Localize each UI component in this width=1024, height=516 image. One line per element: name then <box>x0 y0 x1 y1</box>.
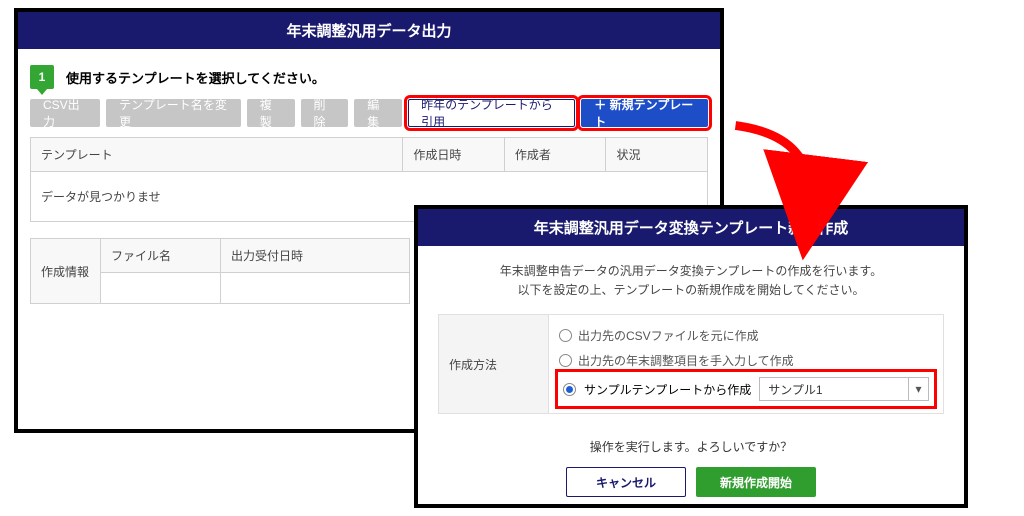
radio-icon <box>559 329 572 342</box>
col-author: 作成者 <box>504 138 606 172</box>
info-header-side: 作成情報 <box>31 239 101 304</box>
panel-b-title: 年末調整汎用データ変換テンプレート新規作成 <box>418 209 964 246</box>
option-csv[interactable]: 出力先のCSVファイルを元に作成 <box>559 323 933 348</box>
option-sample-label: サンプルテンプレートから作成 <box>584 381 751 398</box>
radio-icon <box>559 354 572 367</box>
info-file-label: ファイル名 <box>101 239 221 273</box>
info-file-value <box>101 273 221 304</box>
sample-select[interactable]: サンプル1 ▾ <box>759 377 929 401</box>
dialog-description: 年末調整申告データの汎用データ変換テンプレートの作成を行います。 以下を設定の上… <box>418 246 964 314</box>
delete-button[interactable]: 削除 <box>301 99 349 127</box>
confirm-text: 操作を実行します。よろしいですか？ <box>418 414 964 467</box>
table-header-row: テンプレート 作成日時 作成者 状況 <box>31 138 708 172</box>
option-manual-label: 出力先の年末調整項目を手入力して作成 <box>578 352 794 369</box>
radio-icon[interactable] <box>563 383 576 396</box>
sample-select-value: サンプル1 <box>768 381 822 398</box>
step-badge: 1 <box>30 65 54 89</box>
start-create-button[interactable]: 新規作成開始 <box>696 467 816 497</box>
panel-new-template-dialog: 年末調整汎用データ変換テンプレート新規作成 年末調整申告データの汎用データ変換テ… <box>414 205 968 508</box>
creation-method-options: 出力先のCSVファイルを元に作成 出力先の年末調整項目を手入力して作成 サンプル… <box>549 315 943 413</box>
panel-a-title: 年末調整汎用データ出力 <box>18 12 720 49</box>
csv-export-button[interactable]: CSV出力 <box>30 99 100 127</box>
col-template: テンプレート <box>31 138 403 172</box>
option-sample-row: サンプルテンプレートから作成 サンプル1 ▾ <box>559 373 933 405</box>
desc-line-2: 以下を設定の上、テンプレートの新規作成を開始してください。 <box>428 281 954 300</box>
creation-method-label: 作成方法 <box>439 315 549 413</box>
step-row: 1 使用するテンプレートを選択してください。 <box>18 49 720 99</box>
info-received-label: 出力受付日時 <box>221 239 410 273</box>
creation-method-row: 作成方法 出力先のCSVファイルを元に作成 出力先の年末調整項目を手入力して作成… <box>438 314 944 414</box>
desc-line-1: 年末調整申告データの汎用データ変換テンプレートの作成を行います。 <box>428 262 954 281</box>
chevron-down-icon: ▾ <box>908 378 928 400</box>
toolbar: CSV出力 テンプレート名を変更 複製 削除 編集 昨年のテンプレートから引用 … <box>18 99 720 137</box>
new-template-button[interactable]: ＋ 新規テンプレート <box>581 99 708 127</box>
dialog-actions: キャンセル 新規作成開始 <box>418 467 964 511</box>
option-manual[interactable]: 出力先の年末調整項目を手入力して作成 <box>559 348 933 373</box>
step-instruction: 使用するテンプレートを選択してください。 <box>66 68 325 87</box>
cancel-button[interactable]: キャンセル <box>566 467 686 497</box>
rename-template-button[interactable]: テンプレート名を変更 <box>106 99 241 127</box>
duplicate-button[interactable]: 複製 <box>247 99 295 127</box>
info-received-value <box>221 273 410 304</box>
edit-button[interactable]: 編集 <box>354 99 402 127</box>
option-csv-label: 出力先のCSVファイルを元に作成 <box>578 327 759 344</box>
col-created: 作成日時 <box>403 138 505 172</box>
import-prev-year-button[interactable]: 昨年のテンプレートから引用 <box>408 99 575 127</box>
info-table: 作成情報 ファイル名 出力受付日時 <box>30 238 410 304</box>
col-status: 状況 <box>606 138 708 172</box>
